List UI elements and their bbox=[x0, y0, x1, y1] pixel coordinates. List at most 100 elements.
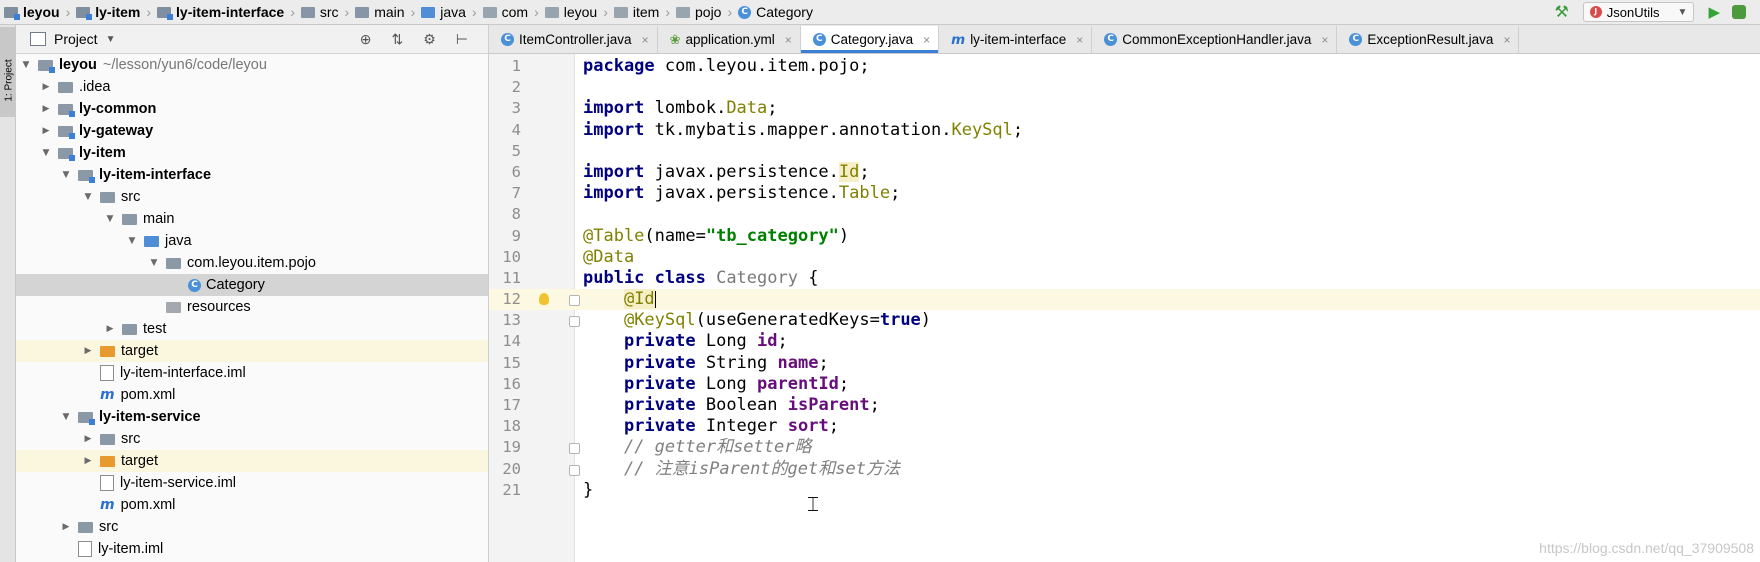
lightbulb-icon[interactable] bbox=[539, 293, 549, 306]
code-line: 19 // getter和setter略 bbox=[502, 437, 812, 458]
gear-icon[interactable]: ⚙ bbox=[423, 31, 436, 48]
tree-item[interactable]: m pom.xml bbox=[16, 384, 488, 406]
fold-marker-icon[interactable] bbox=[569, 443, 580, 455]
tab-itemcontroller[interactable]: C ItemController.java × bbox=[489, 26, 658, 53]
tree-item[interactable]: ▶ target bbox=[16, 450, 488, 472]
tab-exceptionresult[interactable]: C ExceptionResult.java × bbox=[1337, 26, 1520, 53]
tree-item[interactable]: ▼ src bbox=[16, 186, 488, 208]
tree-item[interactable]: ▶ target bbox=[16, 340, 488, 362]
project-tree: ▼ leyou ~/lesson/yun6/code/leyou ▶ .idea ▶ l… bbox=[16, 54, 488, 560]
tree-item[interactable]: ▼ java bbox=[16, 230, 488, 252]
maven-icon: m bbox=[100, 387, 115, 403]
code-line-current: 12 @Id bbox=[489, 289, 1760, 311]
tab-application-yml[interactable]: ❀ application.yml × bbox=[658, 26, 801, 53]
locate-icon[interactable]: ⊕ bbox=[360, 31, 372, 48]
code-line: 3 import lombok.Data; bbox=[511, 98, 778, 119]
package-icon bbox=[544, 6, 559, 18]
expanded-arrow-icon[interactable]: ▼ bbox=[82, 192, 94, 202]
folder-icon bbox=[78, 521, 93, 533]
collapsed-arrow-icon[interactable]: ▶ bbox=[82, 434, 94, 444]
tree-item[interactable]: ▶ ly-gateway bbox=[16, 120, 488, 142]
module-folder-icon bbox=[78, 169, 95, 183]
build-hammer-icon[interactable]: ⚒ bbox=[1554, 2, 1568, 22]
expanded-arrow-icon[interactable]: ▼ bbox=[40, 148, 52, 158]
project-tool-window-tab[interactable]: 1: Project bbox=[0, 27, 15, 117]
code-line: 11 public class Category { bbox=[502, 267, 819, 288]
expanded-arrow-icon[interactable]: ▼ bbox=[60, 412, 72, 422]
tab-commonexceptionhandler[interactable]: C CommonExceptionHandler.java × bbox=[1092, 26, 1338, 53]
fold-marker-icon[interactable] bbox=[569, 295, 580, 307]
expanded-arrow-icon[interactable]: ▼ bbox=[126, 236, 138, 246]
close-icon[interactable]: × bbox=[1076, 33, 1083, 47]
tree-item[interactable]: ▼ main bbox=[16, 208, 488, 230]
collapsed-arrow-icon[interactable]: ▶ bbox=[60, 522, 72, 532]
expanded-arrow-icon[interactable]: ▼ bbox=[20, 60, 32, 70]
breadcrumb-main[interactable]: main › bbox=[351, 4, 417, 20]
code-line: 9 @Table(name="tb_category") bbox=[511, 225, 850, 246]
chevron-right-icon: › bbox=[603, 4, 608, 20]
project-panel-header: Project ▼ ⊕ ⇅ ⚙ ⊢ bbox=[16, 25, 488, 54]
breadcrumb-category[interactable]: C Category bbox=[734, 4, 815, 20]
collapsed-arrow-icon[interactable]: ▶ bbox=[40, 126, 52, 136]
breadcrumb-pojo[interactable]: pojo › bbox=[672, 4, 734, 20]
project-view-select[interactable]: Project bbox=[54, 31, 98, 47]
tree-item[interactable]: ly-item-service.iml bbox=[16, 472, 488, 494]
tab-ly-item-interface[interactable]: m ly-item-interface × bbox=[939, 26, 1093, 53]
run-configuration-select[interactable]: J JsonUtils ▼ bbox=[1582, 2, 1695, 22]
close-icon[interactable]: × bbox=[785, 33, 792, 47]
tab-category-active[interactable]: C Category.java × bbox=[800, 26, 940, 53]
collapsed-arrow-icon[interactable]: ▶ bbox=[82, 456, 94, 466]
expanded-arrow-icon[interactable]: ▼ bbox=[104, 214, 116, 224]
close-icon[interactable]: × bbox=[1503, 33, 1510, 47]
breadcrumb-com[interactable]: com › bbox=[479, 4, 541, 20]
tree-item-selected[interactable]: C Category bbox=[16, 274, 488, 296]
expanded-arrow-icon[interactable]: ▼ bbox=[60, 170, 72, 180]
run-icon[interactable]: ▶ bbox=[1708, 3, 1720, 21]
module-icon bbox=[4, 6, 20, 20]
tree-item[interactable]: m pom.xml bbox=[16, 494, 488, 516]
fold-marker-icon[interactable] bbox=[569, 464, 580, 476]
fold-marker-icon[interactable] bbox=[569, 316, 580, 328]
collapsed-arrow-icon[interactable]: ▶ bbox=[40, 82, 52, 92]
collapse-all-icon[interactable]: ⇅ bbox=[392, 31, 404, 48]
collapsed-arrow-icon[interactable]: ▶ bbox=[82, 346, 94, 356]
expanded-arrow-icon[interactable]: ▼ bbox=[148, 258, 160, 268]
chevron-down-icon: ▼ bbox=[1677, 6, 1688, 18]
close-icon[interactable]: × bbox=[1321, 33, 1328, 47]
tree-item[interactable]: ▼ ly-item-service bbox=[16, 406, 488, 428]
breadcrumb-leyou[interactable]: leyou › bbox=[0, 4, 72, 20]
hide-panel-icon[interactable]: ⊢ bbox=[456, 31, 468, 48]
tree-item[interactable]: ▶ test bbox=[16, 318, 488, 340]
code-line: 20 // 注意isParent的get和set方法 bbox=[502, 458, 900, 479]
module-folder-icon bbox=[78, 411, 95, 425]
tree-item[interactable]: ▼ com.leyou.item.pojo bbox=[16, 252, 488, 274]
tree-item[interactable]: resources bbox=[16, 296, 488, 318]
close-icon[interactable]: × bbox=[642, 33, 649, 47]
tree-item[interactable]: ▶ src bbox=[16, 516, 488, 538]
class-icon: C bbox=[501, 33, 514, 46]
breadcrumb-java[interactable]: java › bbox=[417, 4, 478, 20]
tree-item[interactable]: ly-item.iml bbox=[16, 538, 488, 560]
tree-item[interactable]: ▶ src bbox=[16, 428, 488, 450]
close-icon[interactable]: × bbox=[923, 33, 930, 47]
tree-item[interactable]: ▶ .idea bbox=[16, 76, 488, 98]
tree-item[interactable]: ▶ ly-common bbox=[16, 98, 488, 120]
chevron-down-icon[interactable]: ▼ bbox=[106, 34, 116, 45]
collapsed-arrow-icon[interactable]: ▶ bbox=[40, 104, 52, 114]
tree-item[interactable]: ly-item-interface.iml bbox=[16, 362, 488, 384]
breadcrumb-ly-item[interactable]: ly-item › bbox=[72, 4, 153, 20]
breadcrumb-ly-item-interface[interactable]: ly-item-interface › bbox=[153, 4, 297, 20]
tree-item[interactable]: ▼ ly-item bbox=[16, 142, 488, 164]
package-icon bbox=[613, 6, 628, 18]
tree-item[interactable]: ▼ ly-item-interface bbox=[16, 164, 488, 186]
breadcrumb-leyou-pkg[interactable]: leyou › bbox=[541, 4, 610, 20]
package-icon bbox=[676, 6, 690, 18]
tree-item[interactable]: ▼ leyou ~/lesson/yun6/code/leyou bbox=[16, 54, 488, 76]
project-panel-tools: ⊕ ⇅ ⚙ ⊢ bbox=[360, 25, 488, 53]
code-editor[interactable]: 1 package com.leyou.item.pojo; 2 3 import … bbox=[489, 54, 1760, 562]
breadcrumb-item[interactable]: item › bbox=[610, 4, 672, 20]
breadcrumb-src[interactable]: src › bbox=[297, 4, 351, 20]
collapsed-arrow-icon[interactable]: ▶ bbox=[104, 324, 116, 334]
chevron-right-icon: › bbox=[471, 4, 477, 20]
debug-icon[interactable] bbox=[1732, 5, 1746, 19]
